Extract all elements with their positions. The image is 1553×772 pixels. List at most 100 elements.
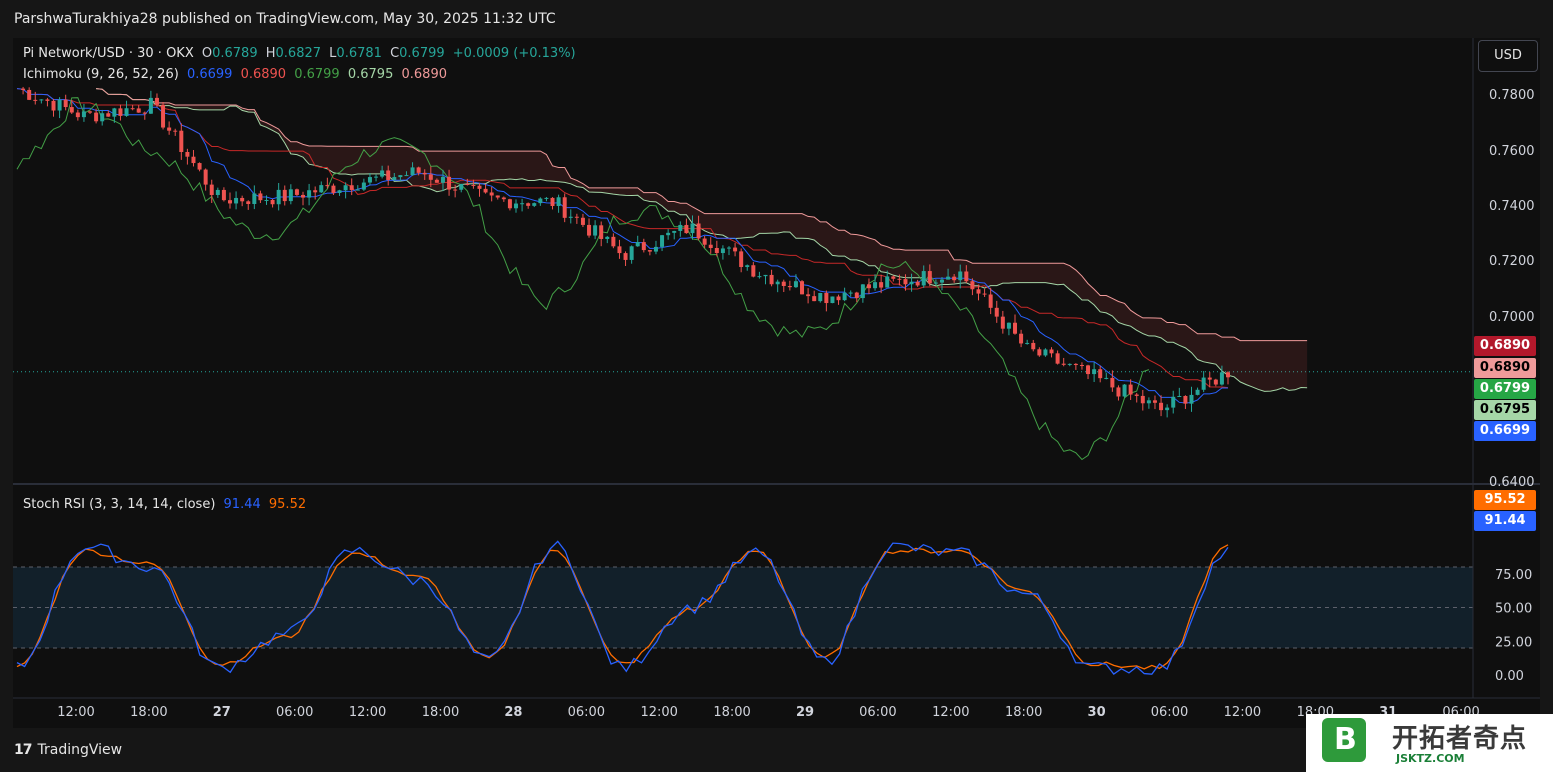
candle (374, 174, 379, 182)
candle-body (988, 294, 993, 308)
candle-body (562, 197, 567, 218)
candle-body (294, 189, 299, 195)
ichimoku-conversion-value: 0.6699 (186, 67, 233, 82)
candle (246, 200, 251, 210)
candle (842, 287, 847, 302)
rsi-axis-label: 75.00 (1495, 568, 1532, 583)
stoch-rsi-label: Stoch RSI (3, 3, 14, 14, close) (23, 497, 216, 512)
candle (580, 213, 585, 228)
candle (1189, 386, 1194, 412)
candle-body (39, 99, 44, 101)
candle (726, 246, 731, 256)
candle-body (75, 112, 80, 118)
candle-body (325, 185, 330, 187)
watermark-logo-icon: B (1322, 718, 1366, 762)
candle (733, 242, 738, 257)
candle (1134, 392, 1139, 403)
candle-body (915, 281, 920, 286)
candle (562, 193, 567, 223)
candle (1098, 365, 1103, 383)
currency-button[interactable]: USD (1478, 40, 1538, 72)
candle (739, 248, 744, 273)
candle-body (927, 271, 932, 284)
candle-body (398, 175, 403, 178)
candle-body (757, 276, 762, 278)
candle-body (148, 97, 153, 114)
ichimoku-span-b-value: 0.6890 (401, 67, 448, 82)
candle-body (203, 169, 208, 185)
time-axis[interactable]: 12:00 18:00 27 06:00 12:00 18:00 28 06:00 12:00 1… (57, 705, 1480, 720)
candle (599, 221, 604, 247)
candle-body (641, 242, 646, 251)
candle (1207, 372, 1212, 388)
candle-body (976, 289, 981, 294)
rsi-tag: 95.52 (1474, 490, 1536, 510)
stoch-rsi-d-value: 95.52 (268, 497, 307, 512)
candle-body (629, 246, 634, 260)
time-axis-label: 29 (796, 705, 814, 720)
candle (1000, 310, 1005, 334)
open-label: O (201, 46, 213, 61)
price-axis-label: 0.7000 (1489, 310, 1535, 325)
candle-body (434, 179, 439, 183)
chart-area[interactable]: 0.7800 0.7600 0.7400 0.7200 0.7000 0.6400 75.… (13, 38, 1540, 728)
time-axis-label: 12:00 (932, 705, 969, 720)
price-axis-label: 0.7600 (1489, 144, 1535, 159)
candle (593, 220, 598, 240)
chart-canvas[interactable]: 0.7800 0.7600 0.7400 0.7200 0.7000 0.6400 75.… (13, 38, 1540, 728)
candle-body (952, 276, 957, 281)
candle-body (526, 203, 531, 206)
candle-body (361, 182, 366, 190)
candle (520, 198, 525, 212)
candle (514, 199, 519, 213)
candle (532, 202, 537, 208)
candle-body (313, 190, 318, 193)
candle-body (1171, 396, 1176, 408)
candle-body (215, 189, 220, 195)
price-tag: 0.6795 (1474, 400, 1536, 420)
candle-body (775, 281, 780, 285)
candle-body (477, 185, 482, 189)
time-axis-label: 18:00 (1005, 705, 1042, 720)
candle-body (1073, 363, 1078, 366)
candle-body (1159, 402, 1164, 411)
candle-body (1061, 363, 1066, 365)
candle-body (453, 189, 458, 191)
candle-body (124, 108, 129, 116)
rsi-axis[interactable]: 75.00 50.00 25.00 0.00 (1495, 568, 1532, 684)
candle-body (824, 293, 829, 304)
candle (550, 197, 555, 210)
candle-body (708, 244, 713, 248)
candle-body (276, 189, 281, 205)
candle-body (696, 223, 701, 239)
candle-body (88, 111, 93, 113)
candle-body (69, 107, 74, 113)
rsi-axis-label: 50.00 (1495, 602, 1532, 617)
candle-body (933, 282, 938, 284)
candle (781, 279, 786, 293)
candle (234, 191, 239, 210)
candle (477, 183, 482, 197)
tradingview-logo[interactable]: 17 TradingView (14, 742, 122, 758)
candle (1061, 357, 1066, 367)
candle (203, 168, 208, 191)
candle-body (733, 247, 738, 252)
candle-body (1207, 377, 1212, 380)
candle (282, 185, 287, 206)
candle-body (879, 282, 884, 288)
candle (988, 287, 993, 315)
close-label: C (390, 46, 400, 61)
candle (355, 185, 360, 191)
tradingview-mark-icon: 17 (14, 742, 33, 758)
candle (1055, 350, 1060, 365)
symbol-name: Pi Network/USD · 30 · OKX (23, 46, 194, 61)
candle (301, 191, 306, 206)
candle (587, 218, 592, 238)
candle (507, 198, 512, 211)
candle-body (1019, 333, 1024, 344)
candle (294, 188, 299, 197)
candle-body (1213, 379, 1218, 385)
candle-body (1013, 322, 1018, 334)
candle-body (684, 224, 689, 234)
price-tag: 0.6890 (1474, 336, 1536, 356)
